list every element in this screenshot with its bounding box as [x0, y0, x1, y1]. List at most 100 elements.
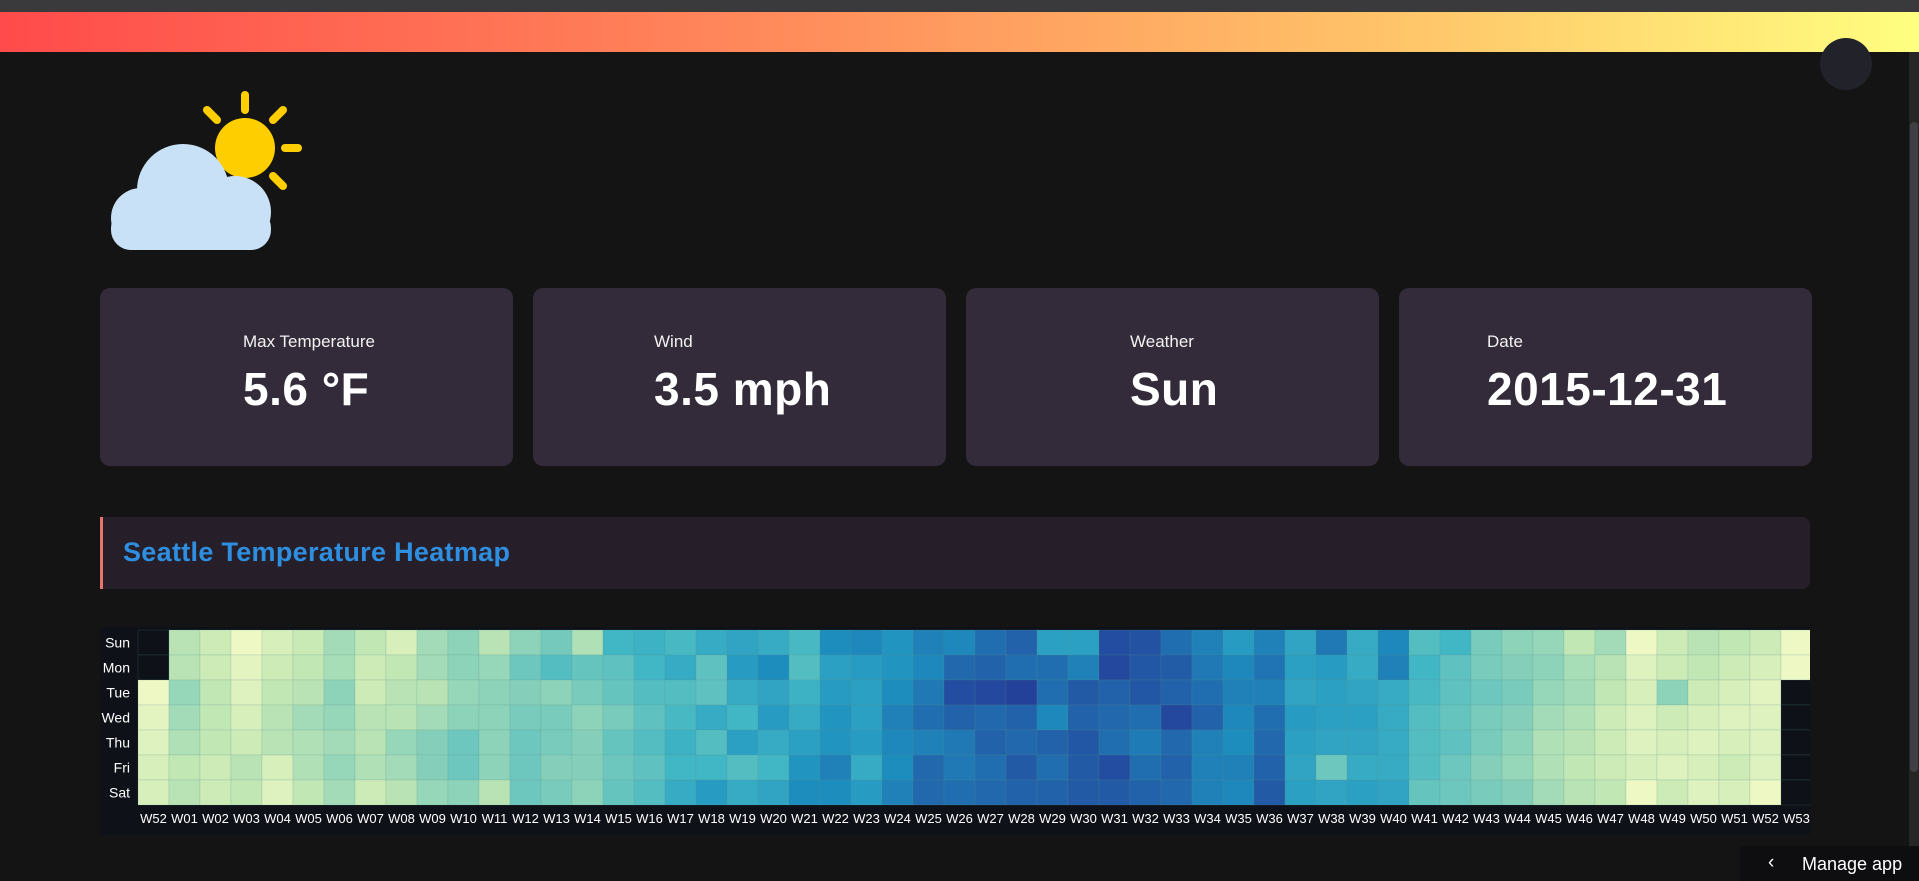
heatmap-cell[interactable] — [1129, 779, 1162, 806]
heatmap-cell[interactable] — [850, 729, 883, 756]
heatmap-cell[interactable] — [974, 704, 1007, 731]
heatmap-cell[interactable] — [199, 704, 232, 731]
heatmap-cell[interactable] — [757, 754, 790, 781]
heatmap-cell[interactable] — [788, 779, 821, 806]
heatmap-cell[interactable] — [726, 679, 759, 706]
heatmap-cell[interactable] — [1098, 629, 1131, 656]
heatmap-cell[interactable] — [1346, 654, 1379, 681]
heatmap-cell[interactable] — [1284, 779, 1317, 806]
heatmap-cell[interactable] — [1625, 679, 1658, 706]
heatmap-cell[interactable] — [726, 754, 759, 781]
heatmap-cell[interactable] — [354, 679, 387, 706]
heatmap-cell[interactable] — [1191, 679, 1224, 706]
heatmap-cell[interactable] — [1501, 704, 1534, 731]
heatmap-cell[interactable] — [385, 779, 418, 806]
heatmap-cell[interactable] — [1222, 679, 1255, 706]
heatmap-cell[interactable] — [1098, 704, 1131, 731]
heatmap-cell[interactable] — [602, 654, 635, 681]
heatmap-cell[interactable] — [1036, 704, 1069, 731]
heatmap-cell[interactable] — [292, 654, 325, 681]
heatmap-cell[interactable] — [1439, 779, 1472, 806]
heatmap-cell[interactable] — [1160, 754, 1193, 781]
heatmap-cell[interactable] — [323, 754, 356, 781]
heatmap-cell[interactable] — [1749, 679, 1782, 706]
heatmap-cell[interactable] — [1067, 729, 1100, 756]
heatmap-cell[interactable] — [633, 654, 666, 681]
heatmap-cell[interactable] — [540, 704, 573, 731]
heatmap-cell[interactable] — [1315, 704, 1348, 731]
heatmap-cell[interactable] — [1718, 629, 1751, 656]
heatmap-cell[interactable] — [881, 779, 914, 806]
heatmap-cell[interactable] — [509, 654, 542, 681]
heatmap-cell[interactable] — [1377, 679, 1410, 706]
heatmap-cell[interactable] — [199, 729, 232, 756]
heatmap-cell[interactable] — [695, 729, 728, 756]
heatmap-cell[interactable] — [540, 779, 573, 806]
heatmap-cell[interactable] — [1315, 654, 1348, 681]
heatmap-cell[interactable] — [850, 654, 883, 681]
heatmap-cell[interactable] — [1625, 704, 1658, 731]
heatmap-cell[interactable] — [1284, 654, 1317, 681]
heatmap-cell[interactable] — [1532, 779, 1565, 806]
heatmap-cell[interactable] — [168, 629, 201, 656]
heatmap-cell[interactable] — [292, 704, 325, 731]
heatmap-cell[interactable] — [943, 729, 976, 756]
heatmap-cell[interactable] — [1346, 679, 1379, 706]
heatmap-cell[interactable] — [1501, 729, 1534, 756]
heatmap-cell[interactable] — [881, 629, 914, 656]
heatmap-cell[interactable] — [726, 779, 759, 806]
heatmap-cell[interactable] — [1284, 729, 1317, 756]
heatmap-cell[interactable] — [1532, 654, 1565, 681]
heatmap-cell[interactable] — [726, 704, 759, 731]
heatmap-cell[interactable] — [137, 629, 170, 656]
heatmap-cell[interactable] — [1439, 754, 1472, 781]
heatmap-cell[interactable] — [1687, 654, 1720, 681]
heatmap-cell[interactable] — [788, 729, 821, 756]
heatmap-cell[interactable] — [1067, 704, 1100, 731]
heatmap-cell[interactable] — [385, 729, 418, 756]
heatmap-cell[interactable] — [1222, 629, 1255, 656]
heatmap-cell[interactable] — [509, 629, 542, 656]
heatmap-cell[interactable] — [447, 629, 480, 656]
heatmap-cell[interactable] — [1315, 629, 1348, 656]
heatmap-cell[interactable] — [416, 679, 449, 706]
heatmap-cell[interactable] — [1098, 779, 1131, 806]
heatmap-cell[interactable] — [323, 704, 356, 731]
heatmap-cell[interactable] — [354, 629, 387, 656]
heatmap-cell[interactable] — [943, 779, 976, 806]
heatmap-cell[interactable] — [571, 679, 604, 706]
heatmap-cell[interactable] — [261, 629, 294, 656]
heatmap-cell[interactable] — [633, 779, 666, 806]
heatmap-cell[interactable] — [1563, 679, 1596, 706]
heatmap-cell[interactable] — [1222, 779, 1255, 806]
heatmap-cell[interactable] — [1222, 729, 1255, 756]
heatmap-cell[interactable] — [137, 679, 170, 706]
heatmap-cell[interactable] — [199, 679, 232, 706]
heatmap-cell[interactable] — [385, 679, 418, 706]
heatmap-cell[interactable] — [1687, 629, 1720, 656]
heatmap-cell[interactable] — [540, 679, 573, 706]
heatmap-cell[interactable] — [1532, 754, 1565, 781]
heatmap-cell[interactable] — [1129, 654, 1162, 681]
heatmap-cell[interactable] — [1470, 654, 1503, 681]
heatmap-cell[interactable] — [1625, 629, 1658, 656]
heatmap-cell[interactable] — [819, 654, 852, 681]
heatmap-cell[interactable] — [850, 704, 883, 731]
heatmap-cell[interactable] — [1594, 729, 1627, 756]
heatmap-cell[interactable] — [757, 729, 790, 756]
heatmap-cell[interactable] — [1005, 754, 1038, 781]
heatmap-cell[interactable] — [1501, 754, 1534, 781]
heatmap-cell[interactable] — [1408, 754, 1441, 781]
heatmap-cell[interactable] — [1408, 654, 1441, 681]
heatmap-cell[interactable] — [1253, 654, 1286, 681]
heatmap-cell[interactable] — [819, 704, 852, 731]
heatmap-cell[interactable] — [850, 679, 883, 706]
heatmap-cell[interactable] — [1005, 679, 1038, 706]
heatmap-cell[interactable] — [633, 754, 666, 781]
heatmap-cell[interactable] — [571, 629, 604, 656]
heatmap-cell[interactable] — [664, 679, 697, 706]
heatmap-cell[interactable] — [509, 704, 542, 731]
heatmap-cell[interactable] — [168, 654, 201, 681]
heatmap-cell[interactable] — [1284, 754, 1317, 781]
heatmap-cell[interactable] — [1780, 779, 1810, 806]
